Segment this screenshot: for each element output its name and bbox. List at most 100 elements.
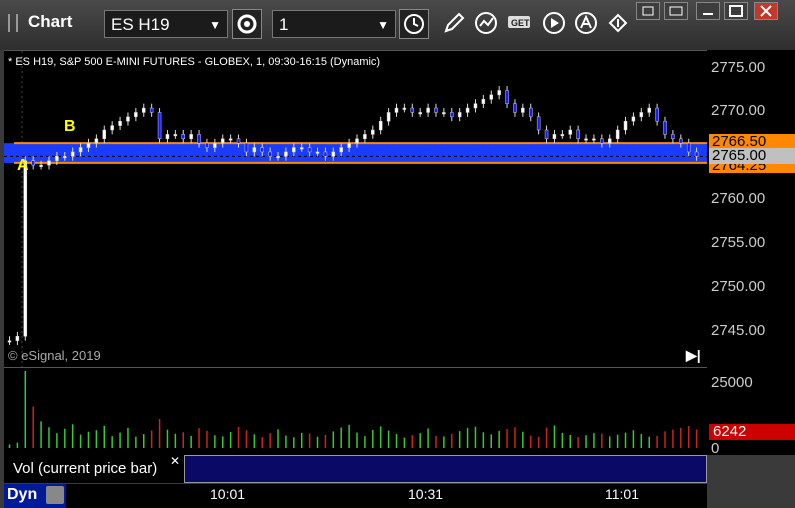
restore-button[interactable] [664, 2, 688, 20]
candle-body [276, 156, 280, 159]
window-grip-icon [8, 14, 18, 32]
candle-body [631, 116, 636, 122]
candle-body [394, 107, 399, 113]
candle-body [268, 151, 272, 157]
minimize-button[interactable] [696, 2, 720, 20]
volume-tick-zero: 0 [711, 440, 720, 457]
volume-tick-max: 25000 [711, 374, 753, 391]
candle-body [378, 120, 383, 131]
maximize-button[interactable] [724, 2, 748, 20]
studies-button[interactable] [472, 9, 502, 39]
window-title: Chart [28, 12, 73, 31]
candle-body [426, 107, 430, 113]
candle-body [149, 107, 154, 113]
candle-body [260, 147, 264, 153]
candle-body [347, 142, 351, 148]
candle-body [126, 116, 130, 122]
candle-body [331, 151, 336, 157]
interval-value: 1 [279, 15, 289, 34]
candle-body [552, 134, 557, 140]
price-chart [4, 51, 707, 367]
volume-chart [8, 370, 698, 448]
collapse-button[interactable] [636, 2, 660, 20]
candle-body [39, 164, 43, 167]
candle-body [568, 129, 572, 135]
candle-body [497, 90, 501, 96]
candle-body [142, 107, 146, 113]
price-tick-label: 2745.00 [711, 321, 766, 339]
candle-body [473, 103, 478, 109]
time-label: 10:31 [408, 486, 444, 502]
candle-body [157, 112, 162, 140]
candle-body [110, 125, 114, 131]
candle-body [647, 107, 651, 113]
draw-tool-button[interactable] [440, 9, 470, 39]
dyn-label: Dyn [7, 486, 38, 503]
price-axis[interactable]: 2775.00 2770.00 2765.00 2760.00 2755.00 2750.… [707, 50, 795, 457]
candle-body [363, 134, 367, 140]
price-tick-label: 2760.00 [711, 190, 766, 208]
candle-body [410, 107, 415, 113]
candle-body [607, 138, 612, 144]
candle-body [284, 151, 288, 157]
candle-body [371, 129, 375, 135]
play-icon [543, 12, 565, 34]
candle-body [134, 112, 138, 118]
clock-icon [404, 14, 424, 34]
candle-body [686, 142, 691, 153]
annotation-a: A [17, 157, 29, 174]
candle-body [236, 138, 241, 144]
candle-body [402, 107, 407, 110]
close-icon [760, 5, 772, 17]
candle-body [213, 142, 217, 148]
symbol-selector[interactable]: ES H19 ▼ [104, 10, 228, 38]
candle-body [86, 142, 91, 148]
symbol-value: ES H19 [111, 15, 170, 34]
price-chart-area[interactable] [4, 50, 707, 367]
price-tick-label: 2775.00 [711, 58, 766, 76]
candle-body [228, 138, 233, 141]
volume-scroll-bar[interactable] [184, 455, 707, 483]
candle-body [465, 107, 470, 113]
price-tick-label: 2770.00 [711, 102, 766, 120]
candle-body [584, 138, 588, 141]
candle-body [450, 112, 454, 118]
candle-body [639, 112, 644, 118]
candle-body [600, 138, 604, 144]
candle-body [70, 151, 75, 157]
candle-body [386, 112, 391, 122]
restore-icon [669, 6, 683, 16]
close-volume-icon[interactable]: ✕ [170, 454, 180, 468]
price-tick-label: 2755.00 [711, 234, 766, 252]
gear-icon [237, 14, 257, 34]
link-button[interactable] [604, 9, 634, 39]
get-button[interactable]: GET [505, 9, 535, 39]
time-cycle-button[interactable] [399, 9, 429, 39]
candle-body [521, 107, 525, 113]
candle-body [63, 156, 67, 159]
close-button[interactable] [754, 2, 778, 20]
candle-body [55, 156, 59, 161]
alerts-button[interactable] [572, 9, 602, 39]
candle-body [513, 103, 517, 113]
candle-body [615, 129, 620, 140]
chevron-down-icon[interactable]: ▼ [377, 11, 389, 39]
candle-body [102, 129, 107, 140]
copyright-text: © eSignal, 2019 [8, 348, 101, 363]
minimize-icon [703, 13, 713, 15]
candle-body [252, 147, 257, 153]
interval-selector[interactable]: 1 ▼ [272, 10, 396, 38]
svg-text:GET: GET [511, 18, 530, 28]
candle-body [15, 336, 20, 341]
candle-body [655, 107, 659, 122]
dynamic-mode-button[interactable]: Dyn [4, 484, 66, 508]
candle-body [299, 147, 304, 150]
candle-body [481, 99, 486, 104]
candle-body [78, 147, 83, 153]
play-button[interactable] [540, 9, 570, 39]
settings-button[interactable] [232, 9, 262, 39]
scroll-to-end-icon[interactable]: ▶| [686, 347, 701, 364]
window-titlebar: Chart ES H19 ▼ 1 ▼ GET [0, 0, 795, 50]
chevron-down-icon[interactable]: ▼ [209, 11, 221, 39]
volume-pane[interactable] [4, 367, 707, 456]
